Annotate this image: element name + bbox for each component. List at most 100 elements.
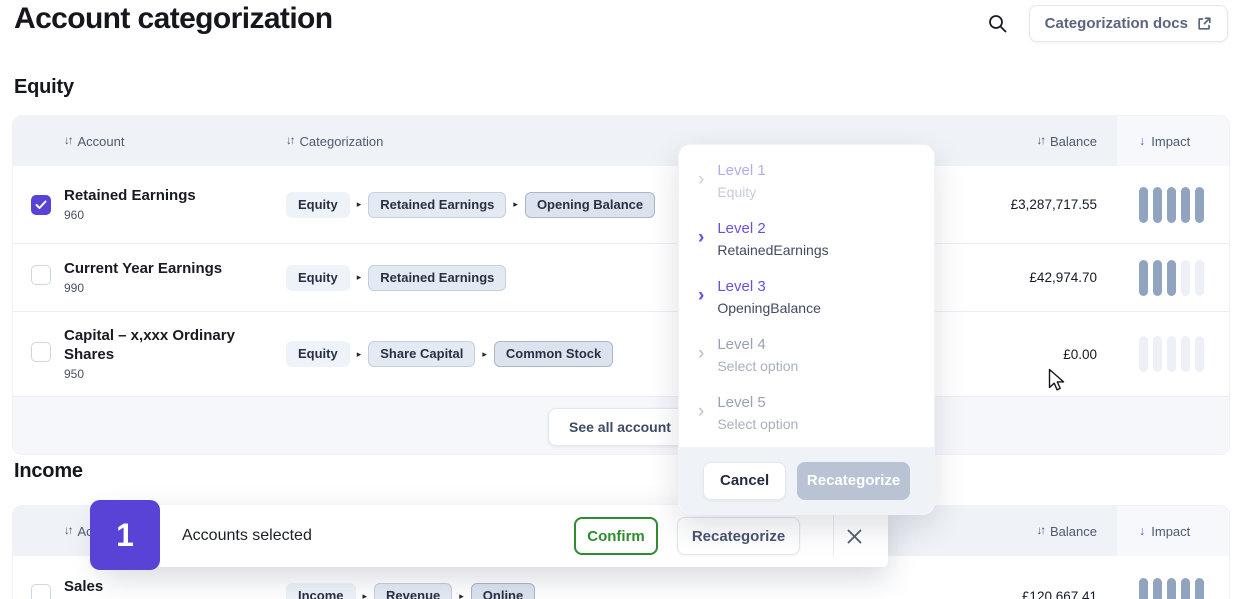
row-checkbox[interactable] xyxy=(31,195,51,215)
impact-bars xyxy=(1139,260,1204,296)
categorization-chip[interactable]: Income xyxy=(286,583,356,599)
sort-descending-icon[interactable]: ↓ xyxy=(1139,134,1145,148)
impact-bar xyxy=(1195,336,1204,372)
impact-bar xyxy=(1139,260,1148,296)
account-code: 960 xyxy=(64,208,274,222)
categorization-chip[interactable]: Retained Earnings xyxy=(368,265,506,291)
equity-table-header: ↓↑ Account ↓↑ Categorization ↓↑ Balance … xyxy=(13,116,1229,166)
categorization-chip[interactable]: Equity xyxy=(286,341,350,367)
categorization-chip[interactable]: Equity xyxy=(286,265,350,291)
recategorize-button[interactable]: Recategorize xyxy=(677,517,800,555)
impact-bar xyxy=(1181,578,1190,599)
categorization-chip[interactable]: Equity xyxy=(286,192,350,218)
sort-icon[interactable]: ↓↑ xyxy=(64,135,72,147)
level-selectors: › Level 1 Equity › Level 2 RetainedEarnings › L… xyxy=(679,145,934,452)
income-section-title: Income xyxy=(14,460,83,483)
column-header-balance[interactable]: Balance xyxy=(1050,524,1097,539)
impact-bar xyxy=(1181,336,1190,372)
categorization-chip[interactable]: Opening Balance xyxy=(525,192,655,218)
sort-icon[interactable]: ↓↑ xyxy=(64,525,72,537)
categorization-chip[interactable]: Common Stock xyxy=(494,341,613,367)
chevron-right-icon: › xyxy=(698,344,704,363)
level-selector: › Level 4 Select option xyxy=(679,336,934,394)
row-checkbox[interactable] xyxy=(31,584,51,599)
categorization-path: Income▸Revenue▸Online xyxy=(286,583,947,599)
see-all-accounts-button[interactable]: See all account xyxy=(548,408,692,446)
column-header-impact[interactable]: Impact xyxy=(1151,524,1190,539)
confirm-button[interactable]: Confirm xyxy=(574,517,658,555)
impact-bar xyxy=(1195,578,1204,599)
categorization-chip[interactable]: Retained Earnings xyxy=(368,192,506,218)
sort-descending-icon[interactable]: ↓ xyxy=(1139,524,1145,538)
level-selector[interactable]: › Level 2 RetainedEarnings xyxy=(679,220,934,278)
level-label: Level 4 xyxy=(717,336,798,354)
column-header-impact[interactable]: Impact xyxy=(1151,134,1190,149)
level-label: Level 5 xyxy=(717,394,798,412)
impact-bar xyxy=(1167,578,1176,599)
categorization-chip[interactable]: Share Capital xyxy=(368,341,475,367)
close-button[interactable] xyxy=(838,520,870,552)
chevron-right-icon: ▸ xyxy=(482,349,487,360)
column-header-account[interactable]: Account xyxy=(78,134,125,149)
chevron-right-icon: › xyxy=(698,170,704,189)
impact-bar xyxy=(1153,578,1162,599)
column-header-balance[interactable]: Balance xyxy=(1050,134,1097,149)
close-icon xyxy=(846,528,863,545)
level-value: Select option xyxy=(717,358,798,374)
search-button[interactable] xyxy=(985,12,1011,38)
sort-icon[interactable]: ↓↑ xyxy=(286,135,294,147)
page-title: Account categorization xyxy=(14,2,333,36)
account-code: 950 xyxy=(64,367,274,381)
account-name: Sales xyxy=(64,578,274,597)
accounts-selected-label: Accounts selected xyxy=(182,527,312,545)
account-name: Current Year Earnings xyxy=(64,260,274,279)
level-value: Equity xyxy=(717,184,765,200)
balance-value: £120,667.41 xyxy=(1022,589,1097,599)
panel-footer: Cancel Recategorize xyxy=(679,447,934,514)
impact-bar xyxy=(1153,187,1162,223)
categorization-docs-button[interactable]: Categorization docs xyxy=(1029,5,1228,42)
level-value: OpeningBalance xyxy=(717,300,821,316)
impact-bar xyxy=(1195,260,1204,296)
impact-bar xyxy=(1153,336,1162,372)
search-icon xyxy=(987,13,1009,35)
impact-bar xyxy=(1153,260,1162,296)
row-checkbox[interactable] xyxy=(31,342,51,362)
level-value: Select option xyxy=(717,416,798,432)
sort-icon[interactable]: ↓↑ xyxy=(1037,135,1045,147)
table-row: Capital – x,xxx Ordinary Shares950Equity… xyxy=(13,312,1229,396)
column-header-categorization[interactable]: Categorization xyxy=(300,134,384,149)
level-label: Level 3 xyxy=(717,278,821,296)
impact-bars xyxy=(1139,578,1204,599)
chevron-right-icon: ▸ xyxy=(357,349,362,360)
impact-bars xyxy=(1139,336,1204,372)
cancel-button[interactable]: Cancel xyxy=(703,462,786,500)
level-label: Level 1 xyxy=(717,162,765,180)
categorization-chip[interactable]: Online xyxy=(471,583,535,599)
chevron-right-icon: ▸ xyxy=(513,199,518,210)
categorization-chip[interactable]: Revenue xyxy=(374,583,452,599)
impact-bar xyxy=(1181,187,1190,223)
level-selector[interactable]: ›Level 3OpeningBalance xyxy=(679,278,934,336)
sort-icon[interactable]: ↓↑ xyxy=(1037,525,1045,537)
impact-bar xyxy=(1195,187,1204,223)
level-value: RetainedEarnings xyxy=(717,242,828,258)
table-row: Current Year Earnings990Equity▸Retained … xyxy=(13,244,1229,312)
external-link-icon xyxy=(1197,16,1212,31)
impact-bar xyxy=(1167,187,1176,223)
equity-section-title: Equity xyxy=(14,76,74,99)
check-icon xyxy=(35,200,47,210)
impact-bar xyxy=(1167,336,1176,372)
account-categorization-page: Account categorization Categorization do… xyxy=(0,0,1242,599)
recategorize-panel: › Level 1 Equity › Level 2 RetainedEarnings › L… xyxy=(678,144,935,515)
level-label: Level 2 xyxy=(717,220,828,238)
balance-value: £42,974.70 xyxy=(1029,270,1097,285)
chevron-right-icon: › xyxy=(698,228,704,247)
recategorize-submit-button[interactable]: Recategorize xyxy=(797,462,910,500)
level-selector: ›Level 5Select option xyxy=(679,394,934,452)
divider xyxy=(833,515,834,557)
row-checkbox[interactable] xyxy=(31,265,51,285)
impact-bar xyxy=(1139,578,1148,599)
level-selector[interactable]: › Level 1 Equity xyxy=(679,162,934,220)
docs-button-label: Categorization docs xyxy=(1045,15,1188,32)
